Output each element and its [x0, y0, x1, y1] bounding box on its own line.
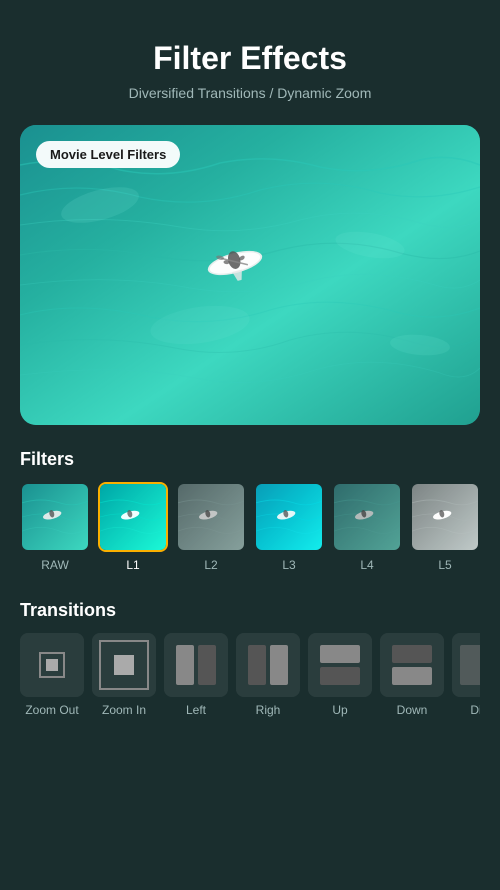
- filter-item-l1[interactable]: L1: [98, 482, 168, 572]
- filter-label-l3: L3: [282, 558, 295, 572]
- transition-thumb-zoom-in: [92, 633, 156, 697]
- filter-thumb-l1: [98, 482, 168, 552]
- transition-thumb-left: [164, 633, 228, 697]
- filter-scroll: RAW L1: [20, 482, 480, 580]
- filter-item-l5[interactable]: L5: [410, 482, 480, 572]
- filter-label-l1: L1: [126, 558, 139, 572]
- page-subtitle: Diversified Transitions / Dynamic Zoom: [129, 85, 372, 101]
- transition-item-right[interactable]: Righ: [236, 633, 300, 717]
- filter-thumb-l4: [332, 482, 402, 552]
- page-title: Filter Effects: [153, 40, 347, 77]
- transition-scroll: Zoom Out Zoom In Left Righ Up Down: [20, 633, 480, 725]
- transition-item-down[interactable]: Down: [380, 633, 444, 717]
- transition-thumb-zoom-out: [20, 633, 84, 697]
- filter-label-l2: L2: [204, 558, 217, 572]
- transition-label-down: Down: [397, 703, 428, 717]
- transition-thumb-up: [308, 633, 372, 697]
- filter-thumb-l5: [410, 482, 480, 552]
- transition-item-left[interactable]: Left: [164, 633, 228, 717]
- transition-item-zoom-out[interactable]: Zoom Out: [20, 633, 84, 717]
- transition-label-zoom-out: Zoom Out: [25, 703, 78, 717]
- transition-label-dissolve: Dis...: [470, 703, 480, 717]
- filters-section: Filters RAW: [20, 449, 480, 580]
- transition-label-right: Righ: [256, 703, 281, 717]
- filter-item-l4[interactable]: L4: [332, 482, 402, 572]
- transition-thumb-dissolve: [452, 633, 480, 697]
- filter-thumb-l3: [254, 482, 324, 552]
- movie-level-badge: Movie Level Filters: [36, 141, 180, 168]
- filter-item-raw[interactable]: RAW: [20, 482, 90, 572]
- transition-thumb-right: [236, 633, 300, 697]
- filter-thumb-l2: [176, 482, 246, 552]
- transition-item-dissolve[interactable]: Dis...: [452, 633, 480, 717]
- transitions-section-title: Transitions: [20, 600, 480, 621]
- preview-image: [20, 125, 480, 425]
- page-container: Filter Effects Diversified Transitions /…: [0, 0, 500, 890]
- transition-thumb-down: [380, 633, 444, 697]
- filter-thumb-raw: [20, 482, 90, 552]
- transition-item-up[interactable]: Up: [308, 633, 372, 717]
- preview-container: Movie Level Filters: [20, 125, 480, 425]
- transition-label-left: Left: [186, 703, 206, 717]
- filter-item-l2[interactable]: L2: [176, 482, 246, 572]
- transitions-section: Transitions Zoom Out Zoom In Left Righ: [20, 600, 480, 725]
- preview-svg: [20, 125, 480, 425]
- transition-label-up: Up: [332, 703, 347, 717]
- transition-label-zoom-in: Zoom In: [102, 703, 146, 717]
- filter-item-l3[interactable]: L3: [254, 482, 324, 572]
- transition-item-zoom-in[interactable]: Zoom In: [92, 633, 156, 717]
- filter-label-l5: L5: [438, 558, 451, 572]
- filter-label-raw: RAW: [41, 558, 69, 572]
- filter-label-l4: L4: [360, 558, 373, 572]
- filters-section-title: Filters: [20, 449, 480, 470]
